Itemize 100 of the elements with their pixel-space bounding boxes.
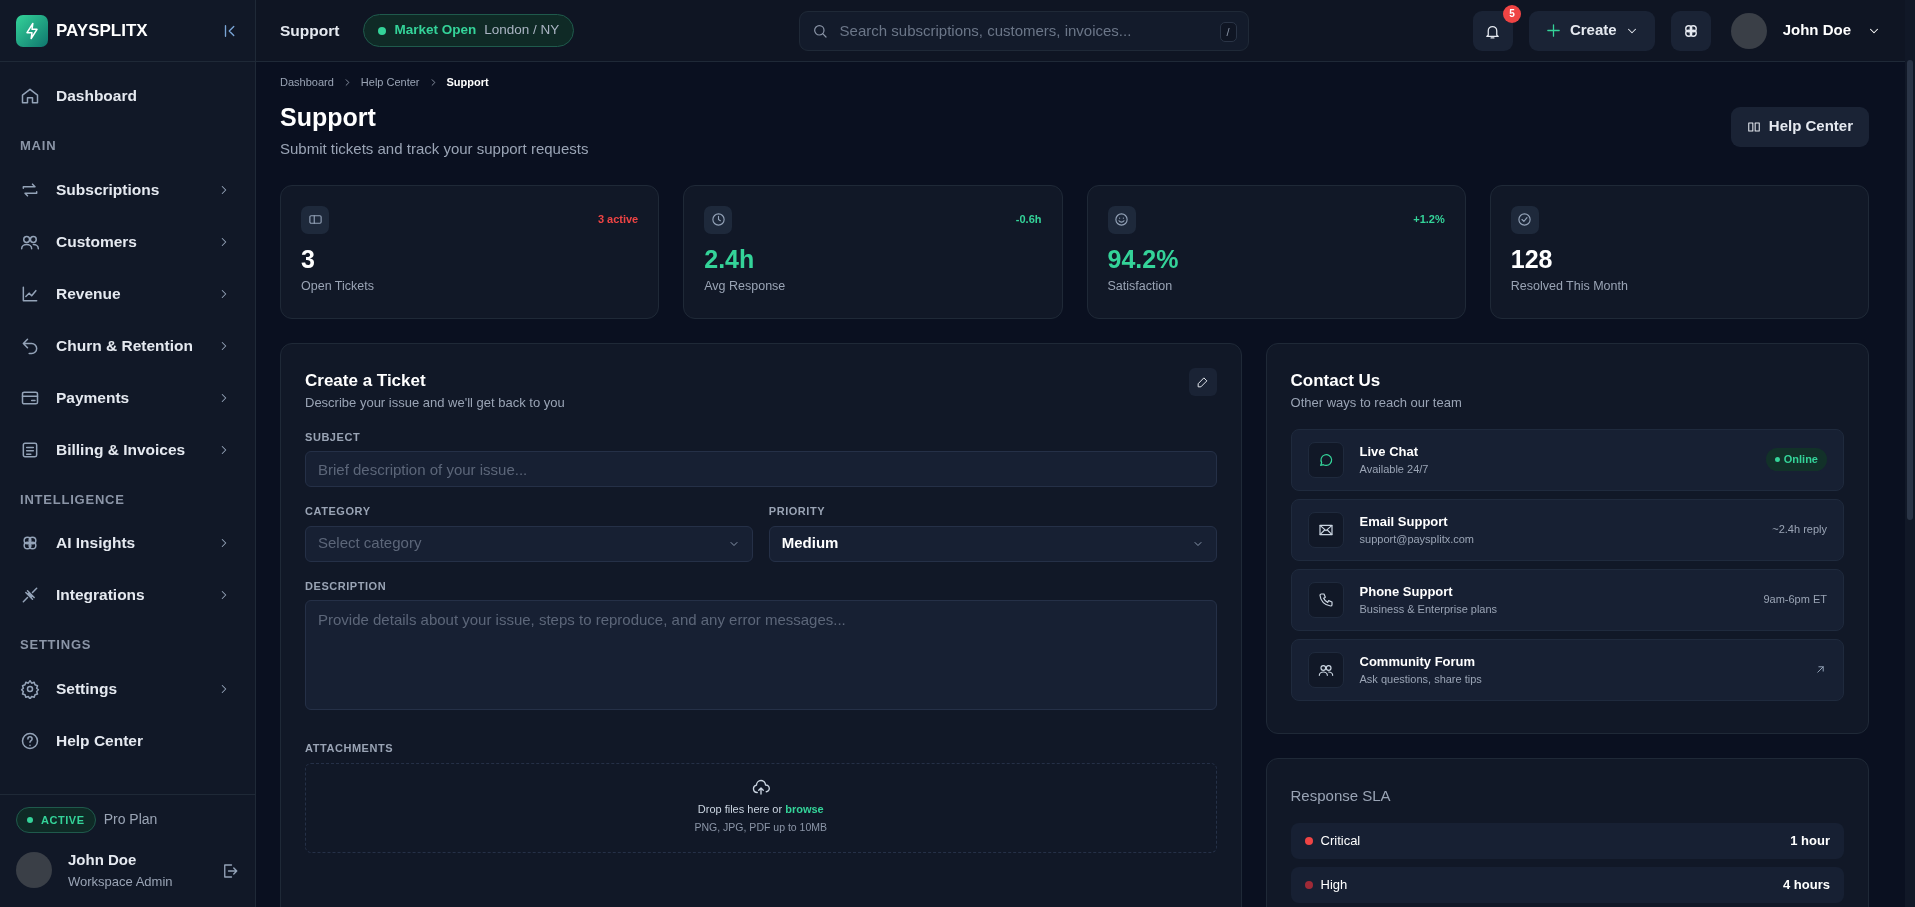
card-title: Response SLA <box>1290 785 1392 806</box>
user-name: John Doe <box>68 850 138 870</box>
market-status-pill: Market Open London / NY <box>363 14 575 47</box>
clock-icon <box>710 212 726 227</box>
help-center-button[interactable]: Help Center <box>1730 106 1869 147</box>
nav-icon <box>20 585 40 605</box>
textarea-field[interactable]: Provide details about your issue, steps to reproduce, and any error messages... <box>305 600 1217 710</box>
contact-name: Phone Support <box>1359 582 1454 601</box>
sla-priority: High <box>1320 876 1348 895</box>
plan-status-badge: ACTIVE <box>16 806 96 833</box>
stat-label: Satisfaction <box>1107 278 1174 295</box>
plus-icon <box>1544 22 1562 39</box>
page-title: Support <box>280 20 340 41</box>
field-label: ATTACHMENTS <box>305 741 395 756</box>
nav-section-heading: INTELLIGENCE <box>19 490 126 509</box>
contact-detail: Business & Enterprise plans <box>1359 602 1498 617</box>
nav-icon <box>20 86 40 106</box>
select-field[interactable]: Medium <box>768 525 1217 562</box>
nav-section-heading: SETTINGS <box>19 636 93 654</box>
sla-priority: Critical <box>1320 832 1361 851</box>
page-heading: Support <box>280 101 377 133</box>
sidebar-nav-item[interactable]: Help Center <box>8 714 243 767</box>
sidebar-nav-item[interactable]: Billing & Invoices <box>8 423 243 476</box>
user-avatar <box>1730 12 1767 49</box>
contact-name: Community Forum <box>1359 652 1477 671</box>
contact-option[interactable]: Phone Support Business & Enterprise plans 9am-6pm ET <box>1290 568 1844 631</box>
stat-change: 3 active <box>597 212 639 228</box>
contact-option[interactable]: Email Support support@paysplitx.com ~2.4h reply <box>1290 498 1844 561</box>
contact-option[interactable]: Community Forum Ask questions, share tips <box>1290 638 1844 701</box>
contact-detail: support@paysplitx.com <box>1359 532 1475 547</box>
ai-button[interactable] <box>1670 10 1711 51</box>
sidebar-nav-item[interactable]: Customers <box>8 215 243 268</box>
sidebar-nav-item[interactable]: Subscriptions <box>8 163 243 216</box>
nav-icon <box>20 678 40 699</box>
stat-label: Avg Response <box>704 278 787 295</box>
sla-time: 4 hours <box>1783 876 1830 895</box>
field-label: SUBJECT <box>305 429 362 445</box>
contact-name: Live Chat <box>1359 442 1420 461</box>
browse-link[interactable]: browse <box>785 803 824 816</box>
sidebar-nav-item[interactable]: Settings <box>8 662 243 715</box>
sidebar-nav-item[interactable]: Payments <box>8 371 243 424</box>
stat-value: 2.4h <box>704 245 756 273</box>
contact-detail: Available 24/7 <box>1359 462 1429 477</box>
field-label: CATEGORY <box>305 504 372 519</box>
card-subtitle: Other ways to reach our team <box>1290 394 1463 412</box>
stat-value: 94.2% <box>1107 245 1180 273</box>
contact-option[interactable]: Live Chat Available 24/7 Online <box>1290 428 1844 491</box>
status-badge: Online <box>1765 448 1827 471</box>
phone-icon <box>1317 591 1334 608</box>
sla-time: 1 hour <box>1790 832 1830 851</box>
external-link-icon <box>1814 663 1827 676</box>
sidebar-nav-item[interactable]: Revenue <box>8 267 243 320</box>
chat-icon <box>1317 451 1334 468</box>
user-menu-button[interactable]: John Doe <box>1730 12 1881 49</box>
field-label: PRIORITY <box>768 504 827 519</box>
file-type-hint: PNG, JPG, PDF up to 10MB <box>694 819 827 835</box>
stat-change: +1.2% <box>1413 212 1445 228</box>
user-avatar <box>16 852 52 888</box>
notification-count-badge: 5 <box>1502 4 1521 23</box>
check-icon <box>1517 212 1533 227</box>
edit-button[interactable] <box>1188 367 1217 396</box>
stat-value: 3 <box>301 245 316 273</box>
brand-name: PAYSPLITX <box>56 19 148 42</box>
stat-value: 128 <box>1510 245 1554 273</box>
create-button[interactable]: Create <box>1528 10 1655 51</box>
pencil-icon <box>1196 375 1210 389</box>
search-icon <box>811 22 828 39</box>
sidebar-nav-item[interactable]: Dashboard <box>8 70 243 122</box>
upload-cloud-icon <box>751 779 770 798</box>
sidebar-nav-item[interactable]: AI Insights <box>8 517 243 569</box>
contact-detail: Ask questions, share tips <box>1359 672 1482 687</box>
file-drop-zone[interactable]: Drop files here or browse PNG, JPG, PDF up to 10MB <box>305 762 1217 853</box>
stat-change: -0.6h <box>1015 212 1042 228</box>
breadcrumb-link[interactable]: Dashboard <box>280 74 334 91</box>
notifications-button[interactable] <box>1472 10 1513 51</box>
page-subtitle: Submit tickets and track your support requests <box>280 139 589 159</box>
sidebar-nav-item[interactable]: Integrations <box>8 569 243 621</box>
contact-meta: 9am-6pm ET <box>1763 592 1827 608</box>
smile-icon <box>1114 212 1129 227</box>
stat-label: Open Tickets <box>301 278 375 295</box>
user-role: Workspace Admin <box>68 872 173 891</box>
card-subtitle: Describe your issue and we'll get back to you <box>305 394 565 412</box>
stat-label: Resolved This Month <box>1510 278 1629 295</box>
nav-icon <box>20 730 40 751</box>
text-input-field[interactable]: Brief description of your issue... <box>305 451 1217 487</box>
scrollbar-thumb[interactable] <box>1907 60 1913 520</box>
breadcrumb-link[interactable]: Help Center <box>360 74 420 91</box>
logout-icon <box>221 861 239 880</box>
breadcrumb-current: Support <box>446 75 489 90</box>
contact-meta: ~2.4h reply <box>1772 522 1827 538</box>
drop-instruction: Drop files here or browse <box>697 802 824 818</box>
nav-section-heading: MAIN <box>19 137 58 155</box>
card-title: Create a Ticket <box>305 369 427 392</box>
ticket-icon <box>307 212 323 227</box>
card-title: Contact Us <box>1290 369 1382 392</box>
logo-icon <box>16 14 48 47</box>
sidebar-nav-item[interactable]: Churn & Retention <box>8 319 243 372</box>
field-label: DESCRIPTION <box>305 578 388 594</box>
contact-name: Email Support <box>1359 512 1449 531</box>
plan-name: Pro Plan <box>103 810 158 830</box>
